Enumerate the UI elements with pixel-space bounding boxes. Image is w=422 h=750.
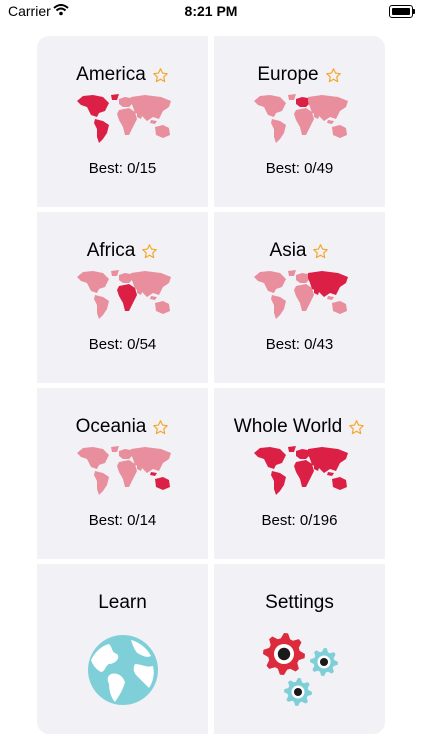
map-region-oceania [332, 477, 347, 490]
map-region-europe [296, 97, 310, 107]
category-grid: America Best: 0/15 Europe Best: 0/49 Afr… [37, 36, 385, 734]
map-region-oceania [327, 472, 334, 476]
map-region-oceania [327, 296, 334, 300]
globe-icon [88, 635, 158, 705]
map-region-oceania [150, 472, 157, 476]
map-region-africa [294, 284, 314, 311]
star-icon [141, 243, 158, 260]
tile-africa[interactable]: Africa Best: 0/54 [37, 212, 208, 383]
map-region-asia [131, 95, 171, 121]
map-region-oceania [155, 125, 170, 138]
map-region-america [271, 471, 286, 495]
map-region-oceania [150, 296, 157, 300]
tile-asia[interactable]: Asia Best: 0/43 [214, 212, 385, 383]
battery-icon [389, 5, 415, 18]
map-region-africa [294, 108, 314, 135]
tile-title: Oceania [75, 416, 147, 437]
tile-settings[interactable]: Settings [214, 564, 385, 734]
world-map-icon [254, 94, 348, 143]
map-region-oceania [332, 125, 347, 138]
tile-title: Asia [269, 240, 307, 261]
map-region-oceania [332, 301, 347, 314]
star-icon [325, 67, 342, 84]
tile-whole-world[interactable]: Whole World Best: 0/196 [214, 388, 385, 559]
tile-oceania[interactable]: Oceania Best: 0/14 [37, 388, 208, 559]
map-region-asia [131, 447, 171, 473]
map-region-america [77, 447, 109, 469]
star-icon [152, 67, 169, 84]
star-icon [152, 419, 169, 436]
map-region-america [288, 94, 296, 100]
tile-title: Whole World [233, 416, 343, 437]
map-region-america [94, 119, 109, 143]
map-region-europe [296, 449, 310, 459]
best-score: Best: 0/14 [88, 512, 157, 529]
status-bar: Carrier 8:21 PM [0, 0, 422, 24]
map-region-oceania [327, 120, 334, 124]
world-map-icon [77, 270, 171, 319]
map-region-africa [294, 460, 314, 487]
tile-america[interactable]: America Best: 0/15 [37, 36, 208, 207]
map-region-america [271, 295, 286, 319]
world-map-icon [77, 446, 171, 495]
map-region-asia [308, 447, 348, 473]
tile-title: Settings [265, 592, 334, 613]
world-map-icon [254, 446, 348, 495]
star-icon [348, 419, 365, 436]
map-region-oceania [150, 120, 157, 124]
gears-icon [263, 633, 338, 706]
tile-title: Africa [86, 240, 136, 261]
map-region-america [288, 446, 296, 452]
map-region-europe [119, 449, 133, 459]
map-region-america [77, 95, 109, 117]
tile-learn[interactable]: Learn [37, 564, 208, 734]
map-region-america [111, 446, 119, 452]
map-region-africa [117, 108, 137, 135]
map-region-europe [119, 97, 133, 107]
map-region-europe [296, 273, 310, 283]
best-score: Best: 0/43 [265, 336, 334, 353]
star-icon [312, 243, 329, 260]
map-region-america [288, 270, 296, 276]
tile-title: Learn [98, 592, 147, 613]
world-map-icon [254, 270, 348, 319]
tile-title: America [76, 64, 146, 85]
map-region-america [254, 271, 286, 293]
best-score: Best: 0/15 [88, 160, 157, 177]
map-region-oceania [155, 477, 170, 490]
map-region-america [94, 471, 109, 495]
map-region-europe [119, 273, 133, 283]
map-region-america [254, 447, 286, 469]
map-region-oceania [155, 301, 170, 314]
map-region-asia [308, 95, 348, 121]
map-region-africa [117, 460, 137, 487]
best-score: Best: 0/196 [261, 512, 338, 529]
map-region-america [111, 270, 119, 276]
best-score: Best: 0/54 [88, 336, 157, 353]
tile-europe[interactable]: Europe Best: 0/49 [214, 36, 385, 207]
map-region-america [254, 95, 286, 117]
world-map-icon [77, 94, 171, 143]
map-region-america [77, 271, 109, 293]
tile-title: Europe [257, 64, 319, 85]
map-region-america [271, 119, 286, 143]
clock: 8:21 PM [184, 3, 238, 19]
map-region-america [111, 94, 119, 100]
map-region-africa [117, 284, 137, 311]
best-score: Best: 0/49 [265, 160, 334, 177]
map-region-asia [308, 271, 348, 297]
map-region-asia [131, 271, 171, 297]
map-region-america [94, 295, 109, 319]
